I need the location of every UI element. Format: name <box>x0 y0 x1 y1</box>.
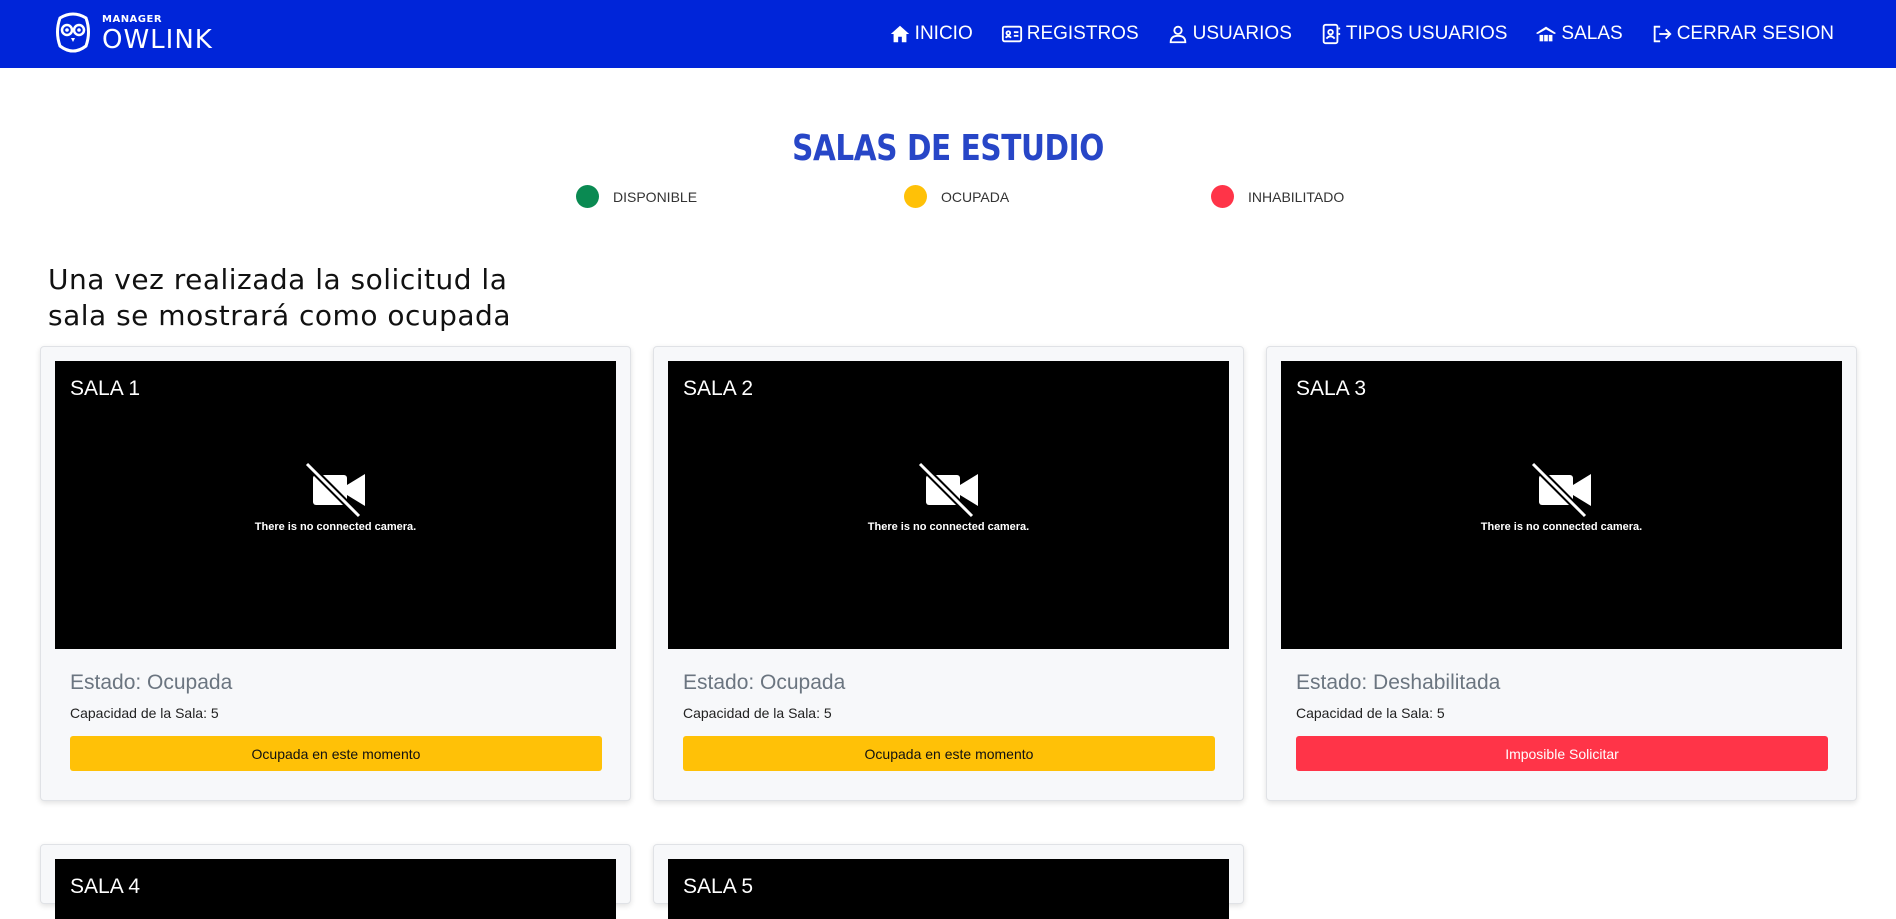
nav-label: SALAS <box>1561 23 1623 44</box>
camera-feed: SALA 1 There is no connected camera. <box>55 361 616 649</box>
camera-off-icon <box>1530 461 1591 519</box>
nav-label: TIPOS USUARIOS <box>1345 23 1508 44</box>
room-status: Estado: Ocupada <box>70 671 233 694</box>
room-capacity: Capacidad de la Sala: 5 <box>683 705 832 721</box>
nav-item-salas[interactable]: SALAS <box>1535 23 1623 45</box>
rooms-icon <box>1536 26 1557 42</box>
legend-dot <box>904 185 927 208</box>
room-card: SALA 5 <box>653 844 1244 919</box>
unavailable-button[interactable]: Imposible Solicitar <box>1296 736 1828 771</box>
legend-label: OCUPADA <box>941 188 1010 205</box>
room-status: Estado: Ocupada <box>683 671 846 694</box>
camera-off-icon <box>304 461 365 519</box>
camera-feed: SALA 4 <box>55 859 616 919</box>
owl-logo-icon <box>56 12 90 53</box>
room-name: SALA 4 <box>70 875 141 898</box>
legend-item-inhabilitado: INHABILITADO <box>1211 185 1344 208</box>
nav-label: USUARIOS <box>1192 23 1292 44</box>
room-name: SALA 2 <box>683 377 754 400</box>
nav-label: CERRAR SESION <box>1676 23 1834 44</box>
page-title: SALAS DE ESTUDIO <box>792 128 1104 169</box>
occupied-button[interactable]: Ocupada en este momento <box>70 736 602 771</box>
legend-dot <box>576 185 599 208</box>
brand-name: OWLINK <box>102 25 213 55</box>
room-status: Estado: Deshabilitada <box>1296 671 1501 694</box>
home-icon <box>890 25 909 43</box>
camera-feed: SALA 5 <box>668 859 1229 919</box>
nav-item-registros[interactable]: REGISTROS <box>1001 23 1139 45</box>
nav-item-inicio[interactable]: INICIO <box>889 23 973 45</box>
occupied-button[interactable]: Ocupada en este momento <box>683 736 1215 771</box>
camera-message: There is no connected camera. <box>867 521 1030 533</box>
nav-label: REGISTROS <box>1026 23 1139 44</box>
legend-label: DISPONIBLE <box>613 188 698 205</box>
brand-subtitle: MANAGER <box>102 14 163 25</box>
room-name: SALA 1 <box>70 377 141 400</box>
legend-item-ocupada: OCUPADA <box>904 185 1009 208</box>
room-card: SALA 4 <box>40 844 631 919</box>
legend-label: INHABILITADO <box>1248 188 1345 205</box>
room-card: SALA 2 There is no connected camera. Est… <box>653 346 1244 801</box>
camera-message: There is no connected camera. <box>1480 521 1643 533</box>
nav-item-usuarios[interactable]: USUARIOS <box>1167 23 1292 45</box>
main-nav: INICIO REGISTROS USUARIOS TIPOS USUARIOS… <box>861 0 1834 68</box>
notice-text: Una vez realizada la solicitud la sala s… <box>48 263 511 332</box>
nav-item-cerrar-sesion[interactable]: CERRAR SESION <box>1651 23 1834 45</box>
user-icon <box>1169 25 1186 44</box>
room-card: SALA 3 There is no connected camera. Est… <box>1266 346 1857 801</box>
logout-icon <box>1653 25 1672 43</box>
legend-dot <box>1211 185 1234 208</box>
id-card-icon <box>1001 25 1022 43</box>
room-card: SALA 1 There is no connected camera. Est… <box>40 346 631 801</box>
camera-message: There is no connected camera. <box>254 521 417 533</box>
room-name: SALA 3 <box>1296 377 1367 400</box>
camera-feed: SALA 2 There is no connected camera. <box>668 361 1229 649</box>
brand-logo[interactable]: MANAGER OWLINK <box>54 11 213 57</box>
nav-label: INICIO <box>914 23 973 44</box>
room-capacity: Capacidad de la Sala: 5 <box>1296 705 1445 721</box>
room-name: SALA 5 <box>683 875 754 898</box>
top-navbar: MANAGER OWLINK INICIO REGISTROS USUARIOS… <box>0 0 1896 68</box>
nav-item-tipos-usuarios[interactable]: TIPOS USUARIOS <box>1320 23 1508 45</box>
room-capacity: Capacidad de la Sala: 5 <box>70 705 219 721</box>
camera-off-icon <box>917 461 978 519</box>
legend-item-disponible: DISPONIBLE <box>576 185 697 208</box>
contact-book-icon <box>1322 23 1341 45</box>
camera-feed: SALA 3 There is no connected camera. <box>1281 361 1842 649</box>
